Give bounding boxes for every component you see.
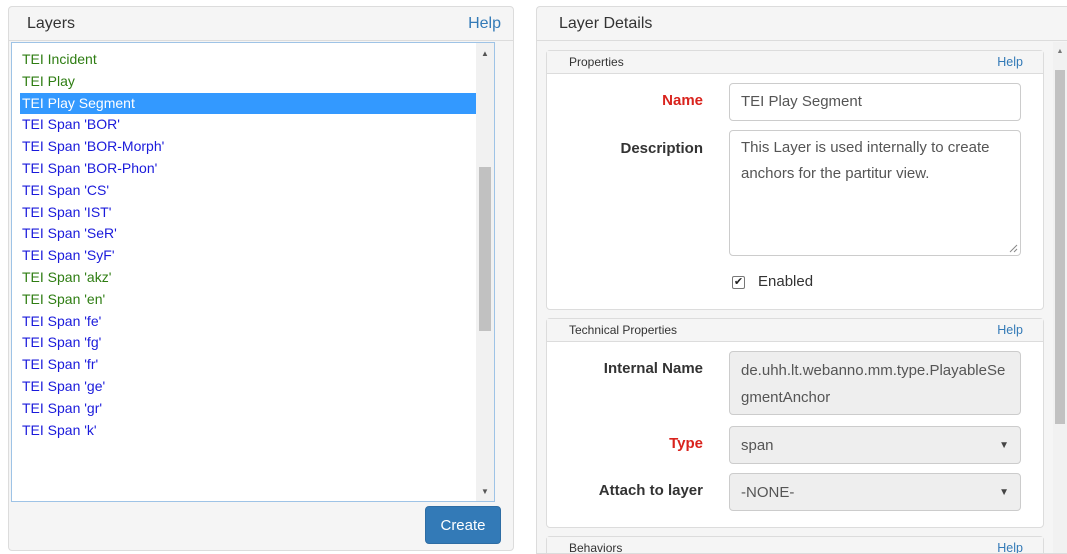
layer-list-item[interactable]: TEI Span 'fr' (12, 354, 478, 376)
layer-list-item[interactable]: TEI Span 'fe' (12, 311, 478, 333)
name-field[interactable]: TEI Play Segment (729, 83, 1021, 121)
layer-list-item[interactable]: TEI Play Segment (20, 92, 488, 115)
behaviors-help-link[interactable]: Help (997, 541, 1023, 553)
layer-list-item[interactable]: TEI Span 'k' (12, 420, 478, 442)
layer-list-item[interactable]: TEI Span 'SeR' (12, 223, 478, 245)
details-scroll-thumb[interactable] (1055, 70, 1065, 424)
behaviors-title: Behaviors (569, 541, 623, 554)
layer-list-item[interactable]: TEI Span 'en' (12, 289, 478, 311)
layer-list-item[interactable]: TEI Span 'IST' (12, 202, 478, 224)
technical-properties-section: Technical Properties Help Internal Name … (546, 318, 1044, 528)
layer-details-header: Layer Details (537, 7, 1067, 41)
resize-grip-icon[interactable] (1009, 244, 1018, 253)
create-button[interactable]: Create (425, 506, 501, 544)
internal-name-label: Internal Name (603, 360, 703, 377)
checkmark-icon: ✔ (733, 276, 744, 288)
technical-properties-title: Technical Properties (569, 323, 678, 337)
layer-list-item[interactable]: TEI Span 'SyF' (12, 245, 478, 267)
name-label: Name (662, 92, 703, 109)
layers-scrollbar[interactable]: ▲ ▼ (476, 43, 494, 501)
layer-list-item[interactable]: TEI Span 'fg' (12, 332, 478, 354)
layer-list-item[interactable]: TEI Span 'ge' (12, 376, 478, 398)
layer-list-item[interactable]: TEI Span 'BOR' (12, 114, 478, 136)
layer-details-panel: Layer Details Properties Help Name TEI P… (536, 6, 1067, 554)
scroll-down-arrow-icon[interactable]: ▼ (476, 483, 494, 499)
layer-list-item[interactable]: TEI Incident (12, 49, 478, 71)
description-label: Description (620, 140, 703, 157)
attach-select[interactable]: -NONE- ▼ (729, 473, 1021, 511)
layers-panel-title: Layers (27, 14, 76, 32)
properties-header: Properties Help (547, 51, 1043, 74)
details-scrollbar[interactable]: ▲ (1053, 42, 1067, 553)
layers-help-link[interactable]: Help (468, 15, 501, 33)
description-textarea[interactable]: This Layer is used internally to create … (729, 130, 1021, 256)
layer-list-item[interactable]: TEI Span 'gr' (12, 398, 478, 420)
description-text: This Layer is used internally to create … (741, 139, 990, 182)
layers-scroll-thumb[interactable] (479, 167, 491, 331)
layer-list-item[interactable]: TEI Play (12, 71, 478, 93)
type-select-value: span (741, 436, 774, 454)
layer-list-item[interactable]: TEI Span 'BOR-Phon' (12, 158, 478, 180)
layer-details-title: Layer Details (559, 14, 653, 32)
chevron-down-icon: ▼ (999, 486, 1009, 498)
layers-panel-header: Layers Help (9, 7, 513, 41)
technical-properties-help-link[interactable]: Help (997, 323, 1023, 337)
technical-properties-header: Technical Properties Help (547, 319, 1043, 342)
type-select[interactable]: span ▼ (729, 426, 1021, 464)
layer-list-item[interactable]: TEI Span 'BOR-Morph' (12, 136, 478, 158)
properties-section: Properties Help Name TEI Play Segment De… (546, 50, 1044, 310)
scroll-up-arrow-icon[interactable]: ▲ (476, 45, 494, 61)
chevron-down-icon: ▼ (999, 439, 1009, 451)
type-label: Type (669, 435, 703, 452)
behaviors-header: Behaviors Help (547, 537, 1043, 554)
layer-list-item[interactable]: TEI Span 'akz' (12, 267, 478, 289)
enabled-label: Enabled (758, 273, 814, 290)
behaviors-section: Behaviors Help (546, 536, 1044, 554)
layer-list-item[interactable]: TEI Span 'CS' (12, 180, 478, 202)
properties-help-link[interactable]: Help (997, 55, 1023, 69)
layers-listbox[interactable]: TEI Incident TEI Play TEI Play Segment TEI … (11, 42, 495, 502)
layers-panel: Layers Help TEI Incident TEI Play TEI Play… (8, 6, 514, 551)
scroll-up-arrow-icon[interactable]: ▲ (1053, 44, 1067, 58)
layers-list: TEI Incident TEI Play TEI Play Segment TEI … (12, 49, 488, 442)
attach-label: Attach to layer (598, 482, 703, 499)
enabled-checkbox[interactable]: ✔ (732, 276, 745, 289)
attach-select-value: -NONE- (741, 483, 795, 501)
properties-title: Properties (569, 55, 624, 69)
internal-name-field[interactable]: de.uhh.lt.webanno.mm.type.PlayableSegmen… (729, 351, 1021, 415)
